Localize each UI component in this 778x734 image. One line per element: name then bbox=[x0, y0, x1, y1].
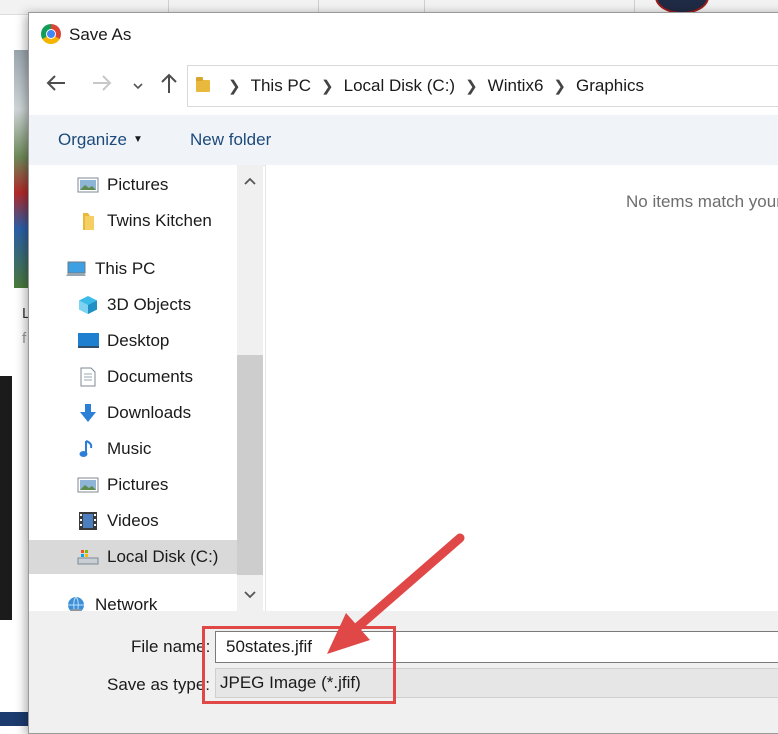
sidebar-item-label: This PC bbox=[95, 259, 156, 278]
scrollbar-thumb[interactable] bbox=[237, 355, 263, 575]
background-bottom-block bbox=[0, 712, 30, 726]
scroll-down-icon[interactable] bbox=[244, 589, 256, 603]
sidebar-item-label: Music bbox=[107, 439, 152, 458]
folder-icon bbox=[77, 211, 99, 231]
sidebar-item-this-pc[interactable]: This PC bbox=[65, 252, 155, 286]
pictures-icon bbox=[77, 475, 99, 495]
sidebar-item-pictures[interactable]: Pictures bbox=[77, 168, 168, 202]
sidebar-item-documents[interactable]: Documents bbox=[77, 360, 193, 394]
breadcrumb-graphics[interactable]: Graphics bbox=[576, 76, 644, 96]
chevron-right-icon[interactable]: ❯ bbox=[553, 77, 566, 95]
caret-down-icon: ▼ bbox=[132, 134, 143, 145]
sidebar-item-3d-objects[interactable]: 3D Objects bbox=[77, 288, 191, 322]
desktop-icon bbox=[77, 331, 99, 351]
sidebar-item-desktop[interactable]: Desktop bbox=[77, 324, 169, 358]
drive-icon bbox=[77, 547, 99, 567]
address-bar[interactable]: ❯ This PC ❯ Local Disk (C:) ❯ Wintix6 ❯ … bbox=[187, 65, 778, 107]
empty-message: No items match your search. bbox=[626, 192, 778, 211]
forward-arrow-icon[interactable] bbox=[91, 72, 113, 100]
sidebar-item-network[interactable]: Network bbox=[65, 588, 157, 611]
file-name-input[interactable] bbox=[215, 631, 778, 663]
pictures-icon bbox=[77, 175, 99, 195]
sidebar-item-label: Pictures bbox=[107, 475, 169, 494]
sidebar-item-label: Pictures bbox=[107, 175, 169, 194]
sidebar-item-label: Downloads bbox=[107, 403, 192, 422]
navigation-scrollbar[interactable] bbox=[237, 165, 263, 611]
background-text: f bbox=[22, 330, 27, 347]
network-icon bbox=[65, 595, 87, 611]
navigation-pane: Pictures Twins Kitchen This PC 3D Object… bbox=[29, 165, 237, 611]
breadcrumb-wintix6[interactable]: Wintix6 bbox=[488, 76, 544, 96]
sidebar-item-label: Documents bbox=[107, 367, 193, 386]
breadcrumb: ❯ This PC ❯ Local Disk (C:) ❯ Wintix6 ❯ … bbox=[218, 66, 644, 106]
sidebar-item-label: Twins Kitchen bbox=[107, 211, 212, 230]
computer-icon bbox=[65, 259, 87, 279]
sidebar-item-label: Desktop bbox=[107, 331, 170, 350]
chrome-icon bbox=[41, 24, 61, 44]
3d-objects-icon bbox=[77, 295, 99, 315]
toolbar: Organize ▼ New folder bbox=[29, 115, 778, 166]
file-name-label: File name: bbox=[131, 637, 211, 656]
back-arrow-icon[interactable] bbox=[45, 72, 67, 100]
sidebar-item-label: Network bbox=[95, 595, 158, 611]
title-bar[interactable]: Save As bbox=[29, 13, 778, 57]
chevron-down-icon[interactable] bbox=[132, 74, 144, 100]
save-as-type-select[interactable]: JPEG Image (*.jfif) bbox=[215, 668, 778, 698]
sidebar-item-label: Local Disk (C:) bbox=[107, 547, 219, 566]
navigation-bar: ❯ This PC ❯ Local Disk (C:) ❯ Wintix6 ❯ … bbox=[29, 57, 778, 115]
music-icon bbox=[77, 439, 99, 459]
save-as-dialog: Save As ❯ This PC ❯ Local Disk (C:) ❯ Wi… bbox=[28, 12, 778, 734]
dialog-title: Save As bbox=[69, 25, 132, 44]
folder-icon bbox=[196, 77, 210, 92]
sidebar-item-twins-kitchen[interactable]: Twins Kitchen bbox=[77, 204, 212, 238]
chevron-right-icon[interactable]: ❯ bbox=[465, 77, 478, 95]
documents-icon bbox=[77, 367, 99, 387]
background-dark-block bbox=[0, 376, 12, 620]
scroll-up-icon[interactable] bbox=[244, 175, 256, 189]
save-as-type-label: Save as type: bbox=[107, 675, 211, 694]
file-list[interactable]: No items match your search. bbox=[266, 165, 778, 611]
save-options-panel: File name: Save as type: JPEG Image (*.j… bbox=[29, 611, 778, 733]
sidebar-item-local-disk[interactable]: Local Disk (C:) bbox=[29, 540, 237, 574]
up-arrow-icon[interactable] bbox=[159, 72, 179, 100]
sidebar-item-videos[interactable]: Videos bbox=[77, 504, 159, 538]
organize-label: Organize bbox=[58, 130, 127, 149]
sidebar-item-pictures[interactable]: Pictures bbox=[77, 468, 168, 502]
breadcrumb-local-disk[interactable]: Local Disk (C:) bbox=[344, 76, 455, 96]
chevron-right-icon[interactable]: ❯ bbox=[321, 77, 334, 95]
sidebar-item-label: Videos bbox=[107, 511, 159, 530]
downloads-icon bbox=[77, 403, 99, 423]
sidebar-item-label: 3D Objects bbox=[107, 295, 192, 314]
videos-icon bbox=[77, 511, 99, 531]
sidebar-item-music[interactable]: Music bbox=[77, 432, 151, 466]
sidebar-item-downloads[interactable]: Downloads bbox=[77, 396, 191, 430]
breadcrumb-this-pc[interactable]: This PC bbox=[251, 76, 311, 96]
new-folder-button[interactable]: New folder bbox=[190, 130, 271, 150]
chevron-right-icon: ❯ bbox=[228, 78, 241, 95]
organize-button[interactable]: Organize ▼ bbox=[58, 130, 143, 150]
